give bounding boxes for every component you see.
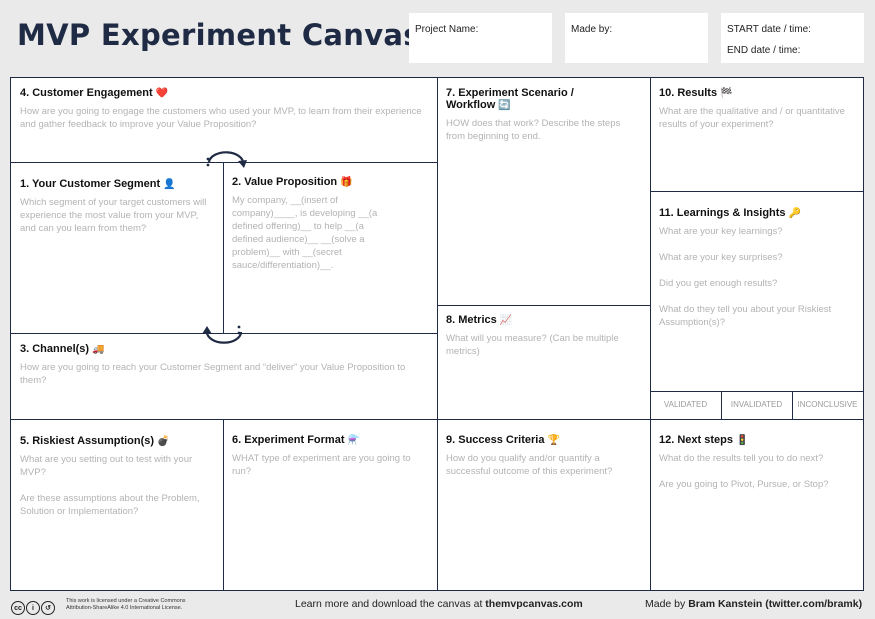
section-title: 4. Customer Engagement	[20, 87, 153, 99]
sa-icon: ↺	[41, 601, 55, 615]
heart-icon: ❤️	[155, 88, 169, 99]
section-prompt: What are the qualitative and / or quanti…	[659, 106, 845, 130]
end-date-label: END date / time:	[727, 45, 801, 56]
section-prompt: Which segment of your target customers w…	[20, 197, 207, 234]
cycle-icon: 🔄	[498, 100, 511, 111]
section-prompt: What do the results tell you to do next?	[659, 453, 824, 464]
section-prompt: Are these assumptions about the Problem,…	[20, 493, 200, 517]
date-field[interactable]: START date / time: END date / time:	[721, 13, 864, 63]
section-prompt: What will you measure? (Can be multiple …	[446, 333, 619, 357]
section-prompt: What are your key learnings?	[659, 226, 783, 237]
project-name-label: Project Name:	[415, 24, 479, 35]
section-experiment-scenario[interactable]: 7. Experiment Scenario / Workflow 🔄 HOW d…	[437, 78, 650, 305]
section-experiment-format[interactable]: 6. Experiment Format ⚗️ WHAT type of expe…	[223, 419, 437, 590]
section-prompt: Did you get enough results?	[659, 278, 778, 289]
section-prompt: How are you going to reach your Customer…	[20, 362, 406, 386]
author-credit: Made by Bram Kanstein (twitter.com/bramk…	[645, 598, 863, 610]
license-text: This work is licensed under a Creative C…	[66, 598, 186, 611]
section-prompt: My company, __(insert of company)____, i…	[232, 195, 378, 271]
canvas-grid: 4. Customer Engagement ❤️ How are you goi…	[10, 77, 864, 591]
author-link[interactable]: Bram Kanstein (twitter.com/bramk)	[688, 598, 862, 610]
website-link[interactable]: themvpcanvas.com	[485, 598, 582, 610]
invalidated-option[interactable]: INVALIDATED	[721, 391, 792, 419]
traffic-light-icon: 🚦	[735, 435, 749, 446]
section-title: 2. Value Proposition	[232, 176, 338, 188]
section-prompt: WHAT type of experiment are you going to…	[232, 453, 411, 477]
person-icon: 👤	[163, 179, 176, 190]
checkered-flag-icon: 🏁	[720, 88, 733, 99]
section-channels[interactable]: 3. Channel(s) 🚚 How are you going to reac…	[11, 333, 437, 419]
section-title: 12. Next steps	[659, 434, 733, 446]
section-customer-engagement[interactable]: 4. Customer Engagement ❤️ How are you goi…	[11, 78, 437, 162]
section-title: 10. Results	[659, 87, 718, 99]
section-prompt: HOW does that work? Describe the steps f…	[446, 118, 621, 142]
validated-option[interactable]: VALIDATED	[650, 391, 721, 419]
section-next-steps[interactable]: 12. Next steps 🚦 What do the results tell…	[650, 419, 863, 590]
section-prompt: Are you going to Pivot, Pursue, or Stop?	[659, 479, 829, 490]
section-title: 9. Success Criteria	[446, 434, 545, 446]
chart-increasing-icon: 📈	[499, 315, 513, 326]
project-name-field[interactable]: Project Name:	[409, 13, 552, 63]
made-by-label: Made by:	[571, 24, 613, 35]
cc-icon: cc	[11, 601, 25, 615]
section-prompt: How are you going to engage the customer…	[20, 106, 422, 130]
section-title: 3. Channel(s)	[20, 343, 90, 355]
inconclusive-option[interactable]: INCONCLUSIVE	[792, 391, 863, 419]
section-riskiest-assumptions[interactable]: 5. Riskiest Assumption(s) 💣 What are you …	[11, 419, 223, 590]
section-results[interactable]: 10. Results 🏁 What are the qualitative an…	[650, 78, 863, 191]
alembic-icon: ⚗️	[347, 435, 360, 446]
section-title: 11. Learnings & Insights	[659, 207, 786, 219]
section-metrics[interactable]: 8. Metrics 📈 What will you measure? (Can …	[437, 305, 650, 419]
gift-icon: 🎁	[340, 177, 353, 188]
section-prompt: How do you qualify and/or quantify a suc…	[446, 453, 613, 477]
made-by-field[interactable]: Made by:	[565, 13, 708, 63]
trophy-icon: 🏆	[547, 435, 560, 446]
canvas-title: MVP Experiment Canvas	[17, 18, 421, 52]
section-title: 5. Riskiest Assumption(s)	[20, 435, 155, 447]
section-learnings-insights[interactable]: 11. Learnings & Insights 🔑 What are your …	[650, 191, 863, 391]
section-title: 8. Metrics	[446, 314, 497, 326]
learn-more-text: Learn more and download the canvas at th…	[295, 598, 583, 610]
section-customer-segment[interactable]: 1. Your Customer Segment 👤 Which segment …	[11, 162, 223, 333]
creative-commons-badge[interactable]: cc i ↺	[11, 597, 56, 615]
start-date-label: START date / time:	[727, 24, 811, 35]
by-icon: i	[26, 601, 40, 615]
bomb-icon: 💣	[157, 436, 170, 447]
section-prompt: What do they tell you about your Riskies…	[659, 304, 832, 328]
section-value-proposition[interactable]: 2. Value Proposition 🎁 My company, __(ins…	[223, 162, 437, 333]
section-prompt: What are you setting out to test with yo…	[20, 454, 193, 478]
truck-icon: 🚚	[92, 344, 105, 355]
section-title: 1. Your Customer Segment	[20, 178, 161, 190]
key-icon: 🔑	[788, 208, 801, 219]
section-title: 6. Experiment Format	[232, 434, 345, 446]
section-success-criteria[interactable]: 9. Success Criteria 🏆 How do you qualify …	[437, 419, 650, 590]
section-prompt: What are your key surprises?	[659, 252, 783, 263]
